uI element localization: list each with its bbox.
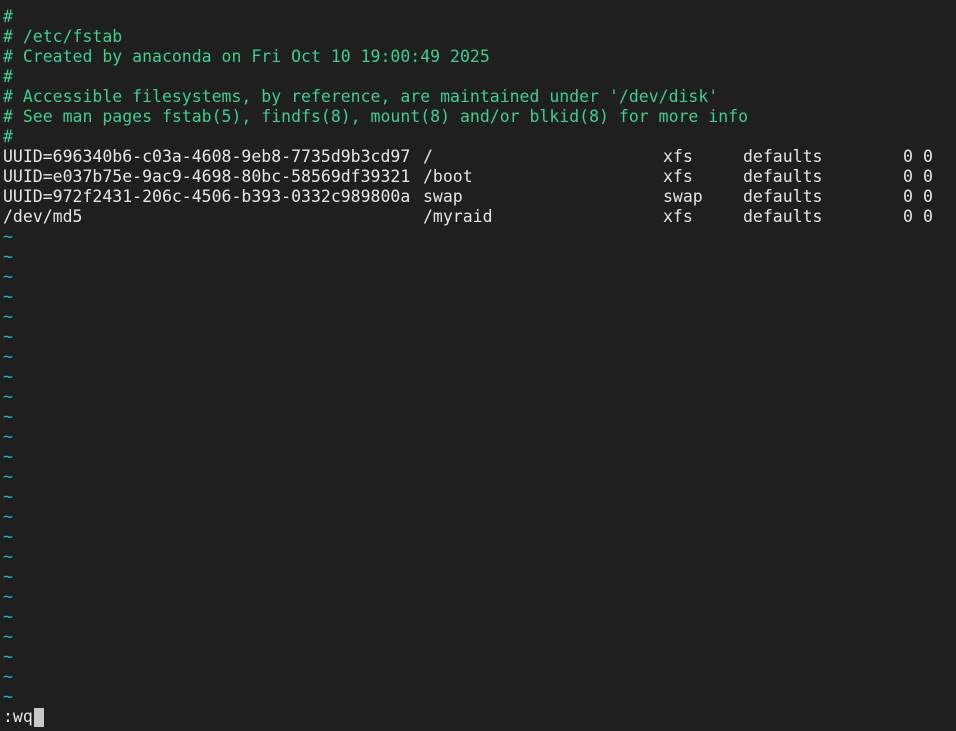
text-cursor (33, 707, 44, 727)
device-field: UUID=e037b75e-9ac9-4698-80bc-58569df3932… (3, 167, 411, 186)
empty-line-marker: ~ (3, 347, 13, 366)
comment-line: # (3, 127, 13, 146)
empty-line-marker: ~ (3, 507, 13, 526)
fs-type-field: swap (663, 187, 703, 206)
empty-line-marker: ~ (3, 307, 13, 326)
device-field: UUID=972f2431-206c-4506-b393-0332c989800… (3, 187, 411, 206)
empty-line-marker: ~ (3, 547, 13, 566)
fstab-entry: /dev/md5 /myraid xfs defaults 0 0 (3, 207, 953, 227)
dump-field: 0 (903, 207, 913, 226)
editor-buffer[interactable]: # # /etc/fstab # Created by anaconda on … (3, 7, 953, 707)
empty-line-marker: ~ (3, 467, 13, 486)
mount-point-field: swap (423, 187, 463, 206)
comment-line: # Accessible filesystems, by reference, … (3, 87, 719, 106)
empty-line-marker: ~ (3, 247, 13, 266)
comment-block: # # /etc/fstab # Created by anaconda on … (3, 7, 953, 147)
empty-line-marker: ~ (3, 407, 13, 426)
options-field: defaults (743, 147, 823, 166)
empty-line-marker: ~ (3, 587, 13, 606)
command-text: :wq (3, 707, 33, 726)
comment-line: # (3, 7, 13, 26)
mount-point-field: /myraid (423, 207, 493, 226)
empty-line-marker: ~ (3, 267, 13, 286)
empty-line-marker: ~ (3, 687, 13, 706)
empty-line-marker: ~ (3, 287, 13, 306)
fstab-entries: UUID=696340b6-c03a-4608-9eb8-7735d9b3cd9… (3, 147, 953, 227)
options-field: defaults (743, 187, 823, 206)
options-field: defaults (743, 207, 823, 226)
comment-line: # /etc/fstab (3, 27, 123, 46)
fs-type-field: xfs (663, 147, 693, 166)
empty-line-marker: ~ (3, 607, 13, 626)
empty-line-marker: ~ (3, 327, 13, 346)
empty-line-marker: ~ (3, 667, 13, 686)
pass-field: 0 (923, 187, 933, 206)
empty-line-marker: ~ (3, 387, 13, 406)
empty-line-marker: ~ (3, 647, 13, 666)
comment-line: # (3, 67, 13, 86)
comment-line: # See man pages fstab(5), findfs(8), mou… (3, 107, 749, 126)
empty-line-marker: ~ (3, 227, 13, 246)
dump-field: 0 (903, 187, 913, 206)
empty-line-marker: ~ (3, 627, 13, 646)
empty-line-marker: ~ (3, 567, 13, 586)
device-field: UUID=696340b6-c03a-4608-9eb8-7735d9b3cd9… (3, 147, 411, 166)
command-line[interactable]: :wq (3, 707, 44, 727)
fstab-entry: UUID=e037b75e-9ac9-4698-80bc-58569df3932… (3, 167, 953, 187)
dump-field: 0 (903, 167, 913, 186)
fs-type-field: xfs (663, 167, 693, 186)
fstab-entry: UUID=972f2431-206c-4506-b393-0332c989800… (3, 187, 953, 207)
pass-field: 0 (923, 147, 933, 166)
empty-line-marker: ~ (3, 487, 13, 506)
empty-line-markers: ~ ~ ~ ~ ~ ~ ~ ~ ~ ~ ~ ~ ~ ~ ~ ~ ~ ~ ~ ~ ~ ~ ~ ~ (3, 227, 953, 707)
options-field: defaults (743, 167, 823, 186)
mount-point-field: /boot (423, 167, 473, 186)
pass-field: 0 (923, 207, 933, 226)
fs-type-field: xfs (663, 207, 693, 226)
empty-line-marker: ~ (3, 427, 13, 446)
mount-point-field: / (423, 147, 433, 166)
empty-line-marker: ~ (3, 447, 13, 466)
empty-line-marker: ~ (3, 527, 13, 546)
comment-line: # Created by anaconda on Fri Oct 10 19:0… (3, 47, 490, 66)
fstab-entry: UUID=696340b6-c03a-4608-9eb8-7735d9b3cd9… (3, 147, 953, 167)
device-field: /dev/md5 (3, 207, 83, 226)
dump-field: 0 (903, 147, 913, 166)
empty-line-marker: ~ (3, 367, 13, 386)
pass-field: 0 (923, 167, 933, 186)
